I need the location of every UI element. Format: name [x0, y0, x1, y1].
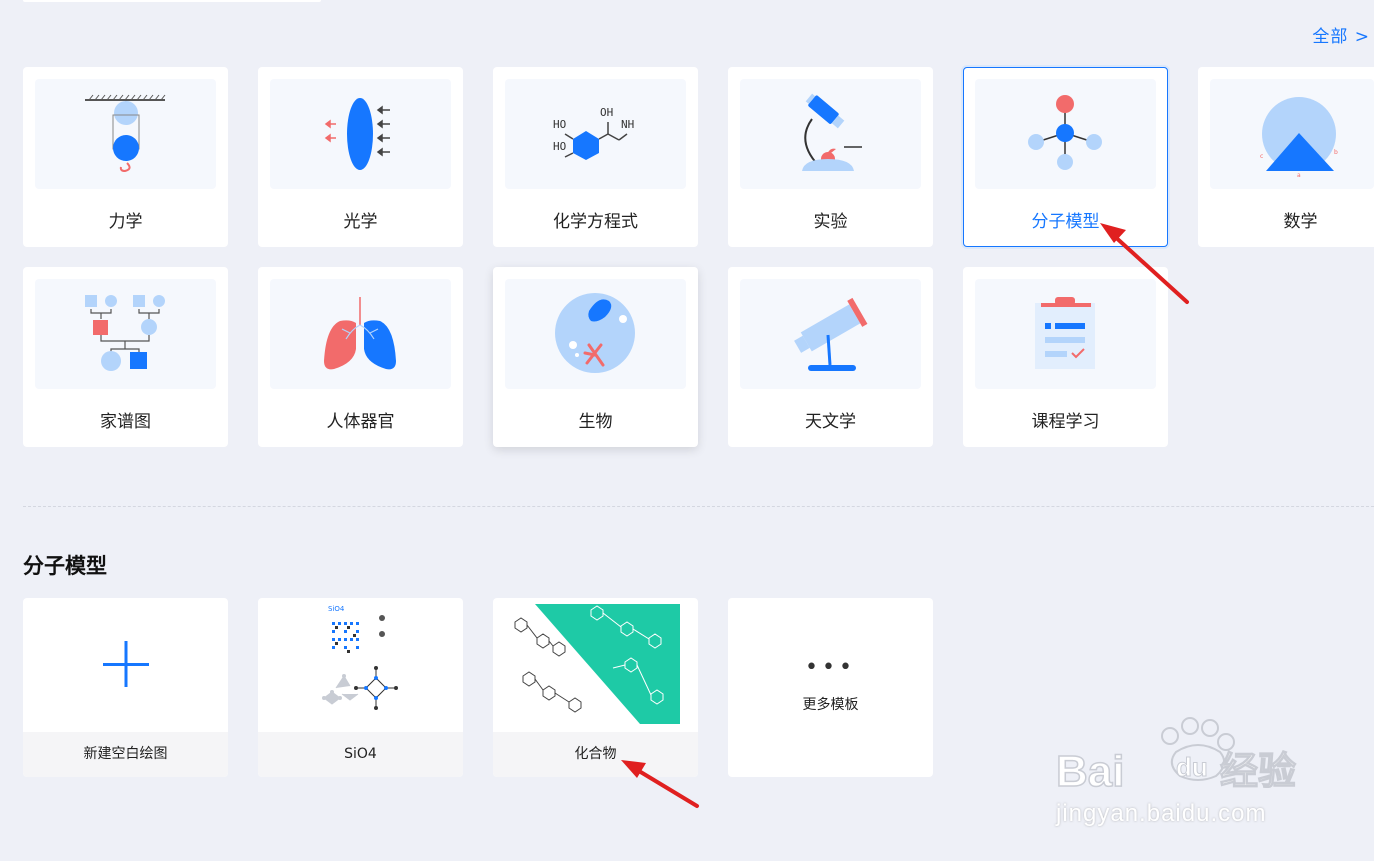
geometry-icon: c b a	[1210, 79, 1374, 189]
category-label: 光学	[343, 212, 378, 232]
more-templates-card[interactable]: ••• 更多模板	[728, 598, 933, 777]
category-card-family-tree[interactable]: 家谱图	[23, 267, 228, 447]
compound-thumbnail	[493, 598, 698, 732]
cell-icon	[505, 279, 686, 389]
svg-text:经验: 经验	[1220, 749, 1296, 793]
svg-text:NH: NH	[621, 118, 634, 131]
svg-text:HO: HO	[553, 140, 566, 153]
pendulum-icon	[35, 79, 216, 189]
category-label: 力学	[108, 212, 143, 232]
category-label: 家谱图	[100, 412, 151, 432]
category-card-biology[interactable]: 生物	[493, 267, 698, 447]
template-card-compound[interactable]: 化合物	[493, 598, 698, 777]
lens-icon	[270, 79, 451, 189]
svg-text:b: b	[1334, 149, 1338, 156]
molecule-icon	[975, 79, 1156, 189]
benzene-icon: HO HO OH NH	[505, 79, 686, 189]
svg-text:Bai: Bai	[1056, 747, 1124, 796]
category-card-chemical-equation[interactable]: HO HO OH NH 化学方程式	[493, 67, 698, 247]
category-card-astronomy[interactable]: 天文学	[728, 267, 933, 447]
category-label: 实验	[813, 212, 848, 232]
svg-text:du: du	[1176, 752, 1208, 782]
section-divider	[23, 506, 1374, 507]
search-box-edge	[23, 0, 321, 2]
template-card-sio4[interactable]: SiO4 SiO4	[258, 598, 463, 777]
new-blank-drawing-card[interactable]: 新建空白绘图	[23, 598, 228, 777]
svg-text:OH: OH	[600, 106, 613, 119]
clipboard-icon	[975, 279, 1156, 389]
plus-icon	[23, 598, 228, 732]
svg-text:HO: HO	[553, 118, 566, 131]
baidu-jingyan-watermark: Bai du 经验 jingyan.baidu.com	[1050, 712, 1310, 842]
more-dots-icon: •••	[805, 655, 856, 680]
microscope-icon	[740, 79, 921, 189]
template-label: 更多模板	[802, 697, 859, 713]
svg-text:a: a	[1297, 172, 1301, 179]
category-card-optics[interactable]: 光学	[258, 67, 463, 247]
template-label: 化合物	[493, 732, 698, 777]
category-label: 分子模型	[1031, 212, 1100, 232]
category-card-course-study[interactable]: 课程学习	[963, 267, 1168, 447]
category-label: 人体器官	[326, 412, 395, 432]
lungs-icon	[270, 279, 451, 389]
category-card-experiment[interactable]: 实验	[728, 67, 933, 247]
family-tree-icon	[35, 279, 216, 389]
section-title: 分子模型	[23, 554, 107, 578]
thumb-caption: SiO4	[328, 605, 345, 613]
all-categories-link[interactable]: 全部 >	[1312, 22, 1370, 47]
telescope-icon	[740, 279, 921, 389]
template-label: 新建空白绘图	[23, 732, 228, 777]
svg-text:c: c	[1260, 153, 1263, 160]
sio4-thumbnail: SiO4	[258, 598, 463, 732]
template-label: SiO4	[258, 732, 463, 777]
category-card-math[interactable]: c b a 数学	[1198, 67, 1374, 247]
baidu-paw-logo-icon: Bai du 经验	[1055, 717, 1297, 797]
category-label: 天文学	[805, 412, 856, 432]
category-card-molecular-model[interactable]: 分子模型	[963, 67, 1168, 247]
category-card-mechanics[interactable]: 力学	[23, 67, 228, 247]
category-card-human-organs[interactable]: 人体器官	[258, 267, 463, 447]
category-label: 课程学习	[1031, 412, 1100, 432]
category-label: 生物	[578, 412, 613, 432]
category-label: 化学方程式	[553, 212, 638, 232]
watermark-url: jingyan.baidu.com	[1056, 800, 1267, 827]
category-label: 数学	[1283, 212, 1318, 232]
